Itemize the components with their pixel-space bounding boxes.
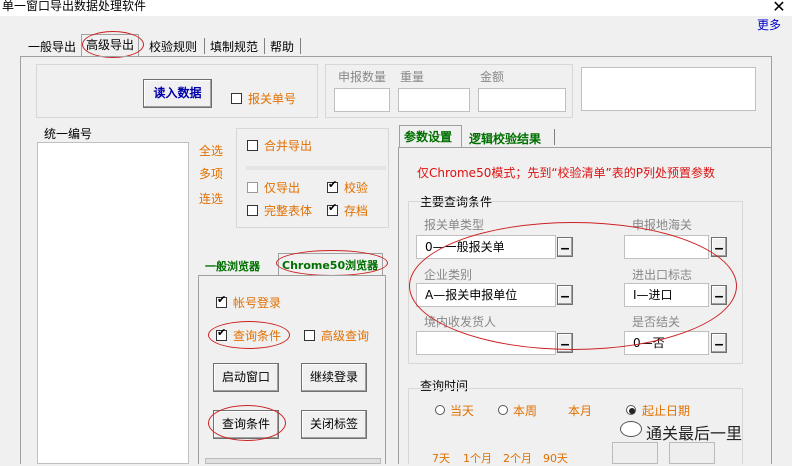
divider: [246, 166, 386, 170]
merge-export-checkbox[interactable]: [247, 140, 258, 151]
declaration-type-label: 报关单类型: [424, 218, 485, 232]
highlight-ellipse: [82, 31, 144, 58]
tab-validation-rules[interactable]: 校验规则: [145, 37, 201, 56]
highlight-ellipse: [208, 321, 290, 349]
tab-separator: [204, 38, 205, 54]
select-all-link[interactable]: 全选: [199, 142, 223, 159]
tab-params[interactable]: 参数设置: [404, 128, 452, 145]
tab-separator: [554, 129, 555, 145]
verify-label: 校验: [344, 181, 369, 195]
watermark-text: 通关最后一里: [646, 424, 743, 443]
account-login-checkbox[interactable]: ✔: [216, 293, 227, 308]
declaration-no-label: 报关单号: [248, 92, 297, 106]
continue-login-button[interactable]: 继续登录: [301, 363, 367, 392]
tab-fill-spec[interactable]: 填制规范: [206, 37, 262, 56]
tab-help[interactable]: 帮助: [266, 37, 298, 56]
advanced-query-checkbox[interactable]: [304, 330, 315, 341]
message-box: [581, 67, 756, 111]
select-multi-link[interactable]: 多项: [199, 165, 223, 182]
highlight-ellipse: [276, 250, 388, 276]
verify-checkbox[interactable]: ✔: [327, 178, 338, 193]
full-table-label: 完整表体: [264, 204, 313, 218]
tab-logic-check[interactable]: 逻辑校验结果: [469, 130, 541, 147]
export-only-label: 仅导出: [264, 181, 301, 195]
tab-general-export[interactable]: 一般导出: [24, 37, 80, 56]
window-title: 单一窗口导出数据处理软件: [2, 0, 147, 13]
merge-export-label: 合并导出: [264, 139, 313, 153]
wechat-icon: [620, 421, 642, 437]
archive-checkbox[interactable]: ✔: [327, 201, 338, 216]
more-link[interactable]: 更多: [757, 16, 781, 33]
today-label: 当天: [450, 404, 475, 418]
weight-label: 重量: [400, 70, 425, 84]
amount-label: 金额: [480, 70, 505, 84]
archive-label: 存档: [344, 204, 369, 218]
unified-no-list[interactable]: [37, 142, 189, 464]
close-tab-button[interactable]: 关闭标签: [301, 410, 367, 439]
end-date-spinner[interactable]: [669, 442, 715, 464]
today-radio[interactable]: [435, 405, 445, 415]
start-date-radio[interactable]: [626, 405, 636, 415]
read-data-button[interactable]: 读入数据: [143, 79, 212, 108]
this-week-label: 本周: [513, 404, 538, 418]
this-week-radio[interactable]: [498, 405, 508, 415]
tab-separator: [264, 38, 265, 54]
closed-picker[interactable]: ▁: [711, 333, 727, 353]
close-icon[interactable]: ✕: [770, 0, 788, 16]
select-range-link[interactable]: 连选: [199, 190, 223, 207]
this-month-label[interactable]: 本月: [568, 402, 592, 419]
tab-general-browser[interactable]: 一般浏览器: [205, 258, 260, 274]
start-date-spinner[interactable]: [612, 442, 658, 464]
amount-field[interactable]: [478, 88, 566, 112]
full-table-checkbox[interactable]: [247, 205, 258, 216]
export-only-checkbox[interactable]: [247, 182, 258, 193]
count-field[interactable]: [334, 88, 390, 112]
account-login-label: 帐号登录: [233, 296, 282, 310]
progress-bar: [205, 458, 381, 464]
highlight-ellipse: [208, 405, 286, 441]
count-label: 申报数量: [338, 70, 387, 84]
declaration-no-checkbox[interactable]: [231, 93, 242, 104]
start-date-label: 起止日期: [642, 404, 691, 418]
weight-field[interactable]: [398, 88, 470, 112]
start-window-button[interactable]: 启动窗口: [213, 363, 279, 392]
tab-separator: [300, 38, 301, 54]
advanced-query-label: 高级查询: [321, 329, 370, 343]
notice-text: 仅Chrome50模式；先到“校验清单”表的P列处预置参数: [417, 166, 716, 180]
highlight-ellipse: [409, 222, 737, 350]
unified-no-label: 统一编号: [44, 127, 93, 141]
